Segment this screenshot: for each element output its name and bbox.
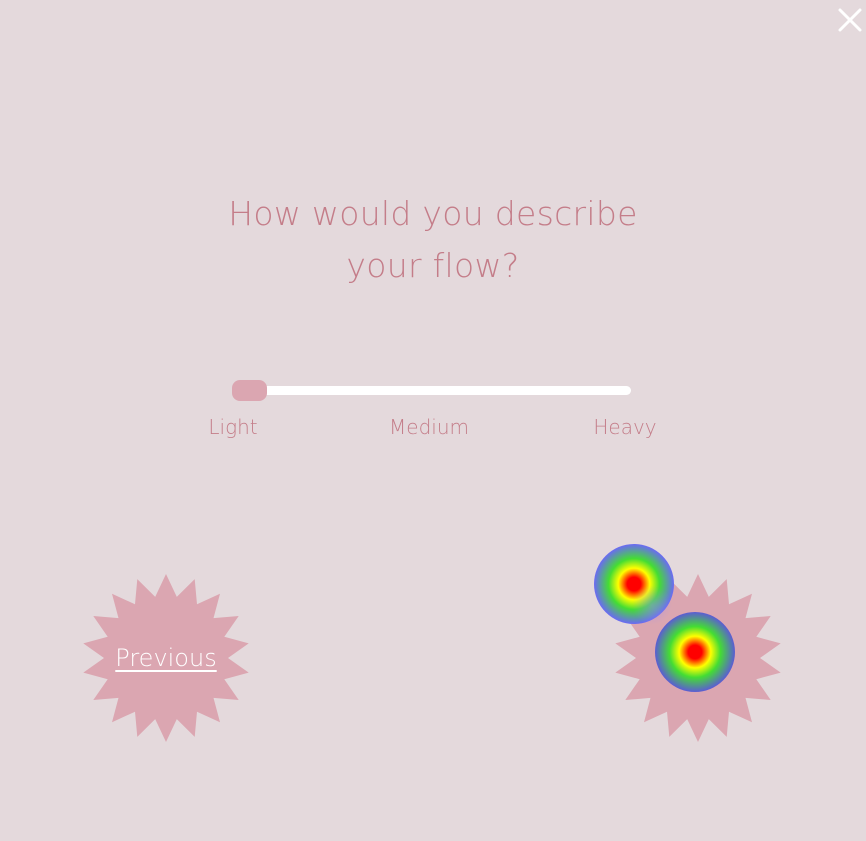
next-button[interactable]: Next [613,573,783,743]
close-icon [838,8,862,32]
flow-question-screen: How would you describe your flow? Light … [0,0,866,841]
previous-button[interactable]: Previous [81,573,251,743]
close-button[interactable] [834,4,866,36]
flow-slider-track[interactable] [232,386,631,395]
previous-button-label: Previous [115,644,217,672]
question-heading: How would you describe your flow? [183,188,683,292]
next-button-label: Next [670,644,726,672]
flow-slider-thumb[interactable] [232,380,267,401]
question-line-2: your flow? [346,246,520,285]
question-line-1: How would you describe [228,194,638,233]
slider-label-light[interactable]: Light [208,415,257,439]
slider-label-medium[interactable]: Medium [389,415,469,439]
slider-label-heavy[interactable]: Heavy [593,415,656,439]
